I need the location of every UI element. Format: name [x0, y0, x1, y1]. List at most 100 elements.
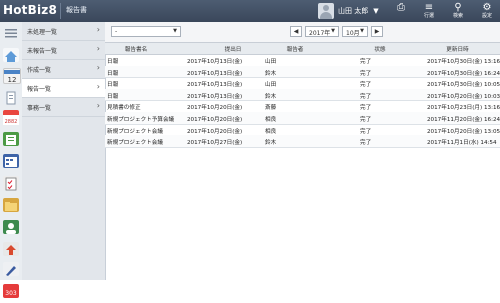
- chevron-down-icon: ▼: [360, 28, 364, 34]
- cell-status: 完了: [360, 93, 372, 100]
- cell-report-name[interactable]: 見積書の修正: [107, 103, 141, 111]
- cell-report-name[interactable]: 新規プロジェクト会議: [107, 127, 163, 135]
- chevron-down-icon: ▼: [331, 28, 335, 34]
- chevron-right-icon: ›: [96, 44, 100, 53]
- cell-updated: 2017年10月30日(金) 13:16: [427, 59, 500, 65]
- cell-updated: 2017年10月23日(月) 13:16: [427, 105, 500, 112]
- sidebar-item-reports[interactable]: 報告一覧 ›: [22, 79, 105, 98]
- filter-icon[interactable]: ≡ 行選: [420, 2, 438, 20]
- sidebar-item-label: 未処理一覧: [27, 29, 58, 36]
- sidebar-item-label: 作成一覧: [27, 67, 52, 74]
- svg-text:303: 303: [5, 290, 17, 297]
- chevron-right-icon: ›: [96, 63, 100, 72]
- cell-submit-date: 2017年10月20日(金): [187, 128, 243, 135]
- calendar-icon[interactable]: 12: [3, 68, 21, 84]
- cell-submit-date: 2017年10月20日(金): [187, 105, 243, 112]
- cell-reporter: 山田: [265, 59, 277, 65]
- cell-reporter: 鈴木: [265, 93, 277, 100]
- column-header-reporter[interactable]: 報告者: [265, 45, 325, 53]
- cell-report-name[interactable]: 新規プロジェクト予算会議: [107, 115, 174, 123]
- app-header: HotBiz8 報告書 山田 太郎 ▼ ⎙ ≡ 行選 ⚲ 検索 ⚙ 設定: [0, 0, 500, 22]
- svg-text:2882: 2882: [5, 119, 18, 125]
- year-select[interactable]: 2017年 ▼: [305, 26, 339, 37]
- cell-submit-date: 2017年10月20日(金): [187, 117, 243, 123]
- chevron-down-icon: ▼: [173, 28, 177, 34]
- pen-icon[interactable]: [3, 262, 19, 276]
- notebook-icon[interactable]: [3, 132, 19, 146]
- app-icon-rail: 12 2882 303: [0, 22, 23, 298]
- sidebar-item-unprocessed[interactable]: 未処理一覧 ›: [22, 22, 105, 41]
- svg-text:12: 12: [8, 76, 17, 84]
- search-icon[interactable]: ⚲ 検索: [449, 2, 467, 20]
- column-header-report-name[interactable]: 報告書名: [107, 45, 165, 53]
- table-row[interactable]: 新規プロジェクト会議 2017年10月27日(金) 鈴木 完了 2017年11月1日(水…: [105, 135, 500, 148]
- folder-icon[interactable]: [3, 198, 19, 212]
- cell-status: 完了: [360, 82, 372, 89]
- user-name: 山田 太郎: [338, 7, 369, 15]
- sidebar-nav: 未処理一覧 › 未報告一覧 › 作成一覧 › 報告一覧 › 事務一覧 ›: [22, 22, 106, 280]
- app-logo[interactable]: HotBiz8: [3, 3, 57, 17]
- sidebar-item-label: 事務一覧: [27, 105, 52, 112]
- report-icon[interactable]: 2882: [3, 110, 19, 125]
- cell-reporter: 相良: [265, 117, 277, 123]
- sidebar-item-created[interactable]: 作成一覧 ›: [22, 60, 105, 79]
- cell-reporter: 山田: [265, 82, 277, 89]
- cell-status: 完了: [360, 117, 372, 123]
- cell-updated: 2017年10月30日(金) 16:24: [427, 70, 500, 77]
- cell-report-name[interactable]: 日報: [107, 69, 118, 77]
- cell-reporter: 斎藤: [265, 105, 277, 112]
- cell-submit-date: 2017年10月13日(金): [187, 93, 243, 100]
- sidebar-item-label: 未報告一覧: [27, 48, 58, 55]
- prev-month-button[interactable]: ◀: [290, 26, 302, 37]
- column-header-updated[interactable]: 更新日時: [420, 45, 495, 53]
- cell-report-name[interactable]: 新規プロジェクト会議: [107, 138, 163, 146]
- page-title: 報告書: [66, 6, 87, 14]
- cell-status: 完了: [360, 70, 372, 77]
- filter-toolbar: - ▼ ◀ 2017年 ▼ 10月 ▼ ▶: [105, 22, 500, 42]
- cell-submit-date: 2017年10月27日(金): [187, 140, 243, 147]
- filter-select[interactable]: - ▼: [111, 26, 181, 37]
- cell-submit-date: 2017年10月13日(金): [187, 59, 243, 65]
- clipboard-icon[interactable]: [3, 90, 19, 105]
- gear-icon[interactable]: ⚙ 設定: [478, 2, 496, 20]
- sidebar-item-office[interactable]: 事務一覧 ›: [22, 98, 105, 117]
- cell-status: 完了: [360, 140, 372, 147]
- cell-report-name[interactable]: 日報: [107, 57, 118, 65]
- cell-updated: 2017年11月1日(水) 14:54: [427, 140, 497, 147]
- cell-reporter: 相良: [265, 128, 277, 135]
- header-divider: [60, 3, 61, 19]
- cell-updated: 2017年10月20日(金) 13:05: [427, 128, 500, 135]
- home-icon[interactable]: [3, 48, 19, 62]
- menu-icon[interactable]: [3, 25, 19, 39]
- chevron-right-icon: ›: [96, 82, 100, 91]
- cell-submit-date: 2017年10月13日(金): [187, 82, 243, 89]
- user-menu[interactable]: 山田 太郎 ▼: [318, 2, 379, 20]
- chevron-right-icon: ›: [96, 25, 100, 34]
- schedule-icon[interactable]: [3, 154, 19, 168]
- sidebar-item-label: 報告一覧: [27, 86, 52, 93]
- cell-report-name[interactable]: 日報: [107, 80, 118, 88]
- contacts-icon[interactable]: [3, 220, 19, 234]
- cell-updated: 2017年10月20日(金) 10:03: [427, 93, 500, 100]
- cell-reporter: 鈴木: [265, 140, 277, 147]
- avatar: [318, 3, 334, 19]
- column-header-submit-date[interactable]: 提出日: [193, 45, 273, 53]
- sidebar-item-unreported[interactable]: 未報告一覧 ›: [22, 41, 105, 60]
- chevron-down-icon[interactable]: ▼: [373, 7, 378, 15]
- upload-icon[interactable]: [3, 242, 19, 256]
- cell-status: 完了: [360, 128, 372, 135]
- print-icon[interactable]: ⎙: [392, 2, 410, 13]
- checklist-icon[interactable]: [3, 176, 19, 191]
- cell-submit-date: 2017年10月13日(金): [187, 70, 243, 77]
- month-select[interactable]: 10月 ▼: [342, 26, 368, 37]
- cell-updated: 2017年10月30日(金) 10:05: [427, 82, 500, 89]
- next-month-button[interactable]: ▶: [371, 26, 383, 37]
- chevron-right-icon: ›: [96, 101, 100, 110]
- cell-updated: 2017年11月20日(金) 16:24: [427, 117, 500, 123]
- cell-status: 完了: [360, 105, 372, 112]
- cell-report-name[interactable]: 日報: [107, 92, 118, 100]
- column-header-status[interactable]: 状態: [350, 45, 410, 53]
- cell-status: 完了: [360, 59, 372, 65]
- cell-reporter: 鈴木: [265, 70, 277, 77]
- counter-icon[interactable]: 303: [3, 284, 19, 298]
